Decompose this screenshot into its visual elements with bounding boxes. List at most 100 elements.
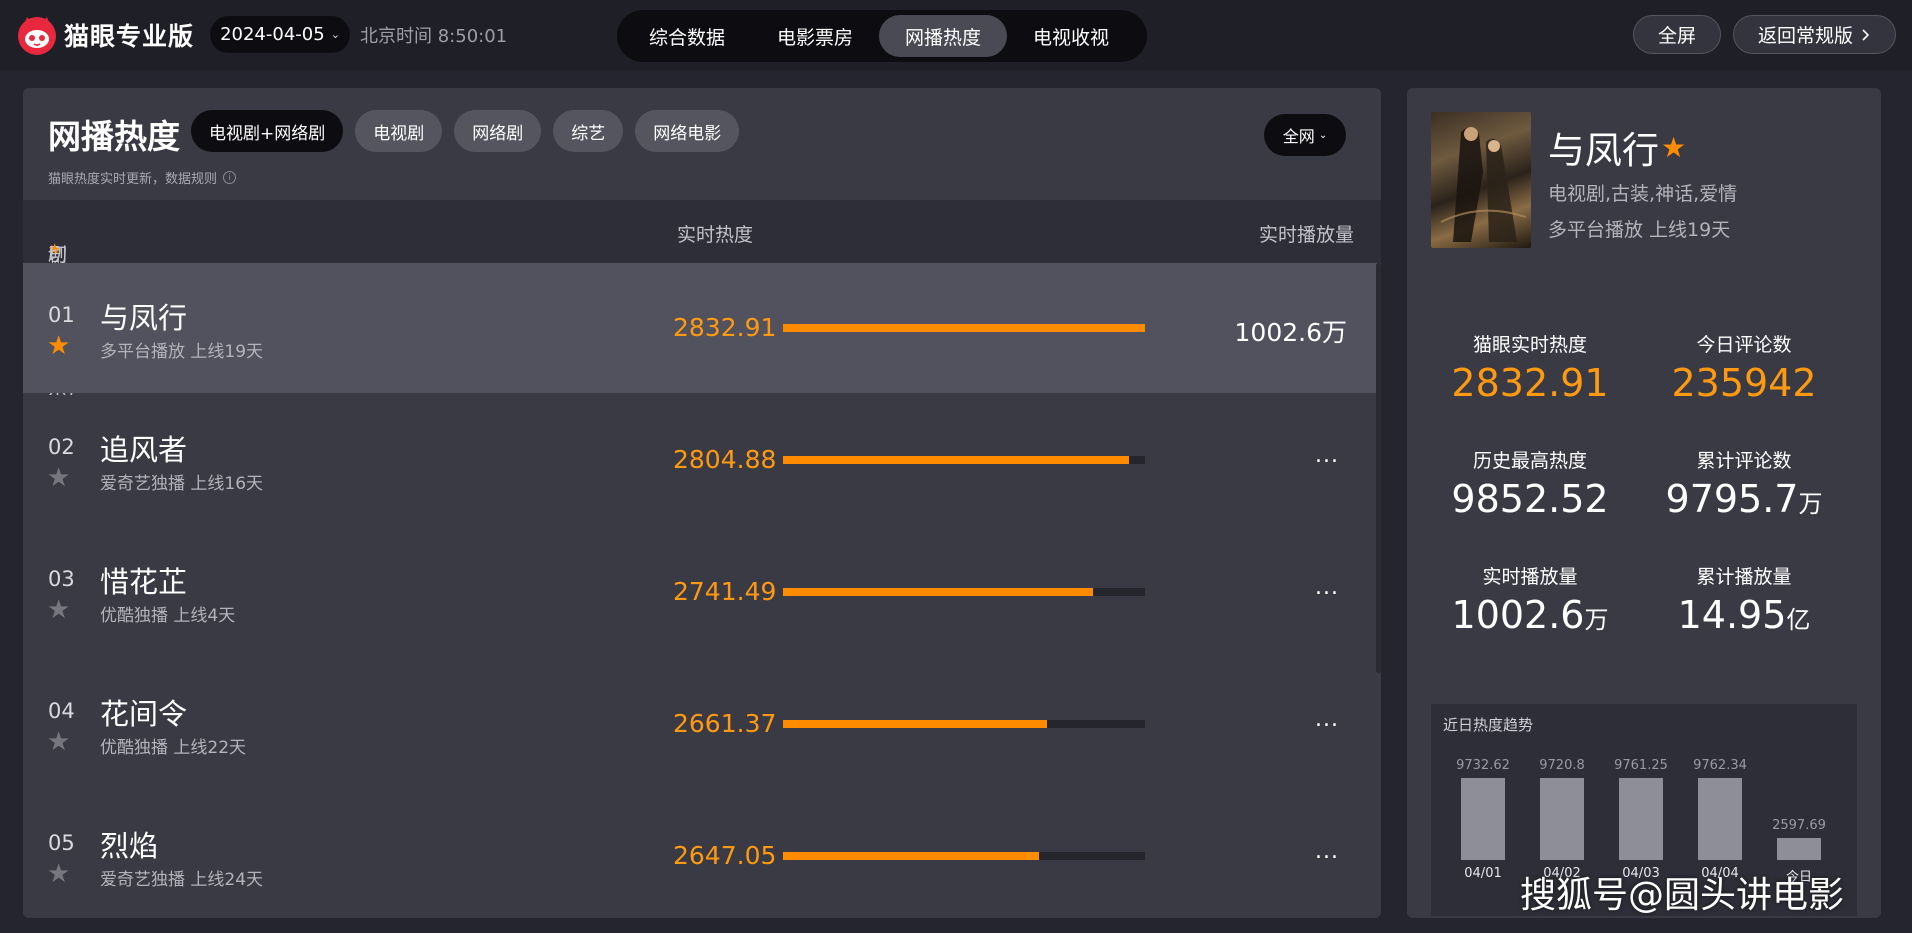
trend-bar xyxy=(1698,778,1742,860)
trend-value-label: 2597.69 xyxy=(1772,818,1826,833)
trend-value-label: 9720.8 xyxy=(1539,758,1585,773)
row-title: 与凤行 xyxy=(100,301,188,335)
star-icon[interactable]: ★ xyxy=(47,729,70,755)
row-title: 烈焰 xyxy=(100,829,159,863)
logo[interactable]: 猫眼专业版 xyxy=(16,14,194,56)
poster-image xyxy=(1431,112,1531,248)
tab-overview[interactable]: 综合数据 xyxy=(623,15,751,57)
trend-value-label: 9761.25 xyxy=(1614,758,1668,773)
row-plays: 1002.6万 xyxy=(1234,318,1347,347)
stat-value: 235942 xyxy=(1639,361,1849,405)
table-row[interactable]: 02 ★ 追风者 爱奇艺独播 上线16天 2804.88 ... xyxy=(23,395,1377,525)
stat-realtime-heat: 猫眼实时热度 2832.91 xyxy=(1425,330,1635,405)
table-header: 剧集(点击 ★ 切换右侧展示) 实时热度 实时播放量 xyxy=(23,200,1381,401)
trend-day-label: 04/01 xyxy=(1464,866,1502,881)
stat-realtime-plays: 实时播放量 1002.6万 xyxy=(1425,562,1635,637)
detail-title: 与凤行 ★ xyxy=(1548,120,1686,174)
stat-peak-heat: 历史最高热度 9852.52 xyxy=(1425,446,1635,521)
row-meta: 多平台播放 上线19天 xyxy=(100,342,264,362)
column-plays: 实时播放量 xyxy=(1258,224,1354,246)
tab-tv-ratings[interactable]: 电视收视 xyxy=(1007,15,1135,57)
row-heat: 2647.05 xyxy=(673,841,777,870)
row-plays: ... xyxy=(1315,707,1339,732)
row-rank: 01 xyxy=(48,303,75,327)
row-heat: 2832.91 xyxy=(673,313,777,342)
chevron-down-icon: ⌄ xyxy=(330,28,340,41)
row-heat: 2804.88 xyxy=(673,445,777,474)
row-heat: 2741.49 xyxy=(673,577,777,606)
stat-number: 235942 xyxy=(1671,361,1817,405)
stat-total-comments: 累计评论数 9795.7万 xyxy=(1639,446,1849,521)
row-meta: 爱奇艺独播 上线24天 xyxy=(100,870,264,890)
star-icon[interactable]: ★ xyxy=(47,861,70,887)
data-rules-note[interactable]: 猫眼热度实时更新，数据规则 i xyxy=(48,168,237,187)
heat-list-panel: 网播热度 电视剧+网络剧 电视剧 网络剧 综艺 网络电影 全网 ⌄ 猫眼热度实时… xyxy=(23,88,1381,918)
category-filters: 电视剧+网络剧 电视剧 网络剧 综艺 网络电影 xyxy=(191,110,740,152)
table-row[interactable]: 05 ★ 烈焰 爱奇艺独播 上线24天 2647.05 ... xyxy=(23,791,1377,918)
row-title: 花间令 xyxy=(100,697,188,731)
column-heat: 实时热度 xyxy=(677,224,754,246)
row-plays: ... xyxy=(1315,839,1339,864)
row-heat: 2661.37 xyxy=(673,709,777,738)
tab-box-office[interactable]: 电影票房 xyxy=(751,15,879,57)
filter-web-movie[interactable]: 网络电影 xyxy=(635,110,740,152)
star-icon[interactable]: ★ xyxy=(47,597,70,623)
star-icon[interactable]: ★ xyxy=(47,465,70,491)
detail-panel: 与凤行 ★ 电视剧,古装,神话,爱情 多平台播放 上线19天 猫眼实时热度 283… xyxy=(1407,88,1881,918)
stat-value: 9852.52 xyxy=(1425,477,1635,521)
table-row[interactable]: 03 ★ 惜花芷 优酷独播 上线4天 2741.49 ... xyxy=(23,527,1377,657)
stat-label: 猫眼实时热度 xyxy=(1472,334,1587,356)
stat-today-comments: 今日评论数 235942 xyxy=(1639,330,1849,405)
row-meta: 爱奇艺独播 上线16天 xyxy=(100,474,264,494)
trend-bar xyxy=(1777,838,1821,860)
trend-value-label: 9762.34 xyxy=(1693,758,1747,773)
heat-bar xyxy=(783,588,1145,596)
stat-value: 1002.6万 xyxy=(1425,593,1635,637)
list-scrollbar[interactable] xyxy=(1376,263,1381,673)
scope-label: 全网 xyxy=(1282,127,1315,146)
date-value: 2024-04-05 xyxy=(220,24,325,45)
detail-title-text: 与凤行 xyxy=(1548,129,1659,172)
detail-genre: 电视剧,古装,神话,爱情 xyxy=(1548,183,1738,205)
row-meta: 优酷独播 上线22天 xyxy=(100,738,247,758)
top-bar: 猫眼专业版 2024-04-05 ⌄ 北京时间 8:50:01 综合数据 电影票… xyxy=(0,0,1912,70)
stat-value: 2832.91 xyxy=(1425,361,1635,405)
chevron-right-icon xyxy=(1862,28,1870,41)
filter-tv-and-web[interactable]: 电视剧+网络剧 xyxy=(191,110,344,152)
heat-bar-fill xyxy=(783,588,1093,596)
row-plays: ... xyxy=(1315,443,1339,468)
maoyan-cat-icon xyxy=(18,17,56,55)
table-row[interactable]: 04 ★ 花间令 优酷独播 上线22天 2661.37 ... xyxy=(23,659,1377,789)
filter-variety[interactable]: 综艺 xyxy=(553,110,624,152)
logo-text: 猫眼专业版 xyxy=(64,22,195,51)
filter-web-series[interactable]: 网络剧 xyxy=(454,110,542,152)
watermark: 搜狐号@圆头讲电影 xyxy=(1520,875,1845,916)
trend-value-label: 9732.62 xyxy=(1456,758,1510,773)
stat-number: 1002.6 xyxy=(1451,593,1585,637)
heat-bar-fill xyxy=(783,720,1047,728)
star-icon[interactable]: ★ xyxy=(47,333,70,359)
fullscreen-button[interactable]: 全屏 xyxy=(1633,15,1721,54)
data-rules-text: 猫眼热度实时更新，数据规则 xyxy=(48,172,218,187)
trend-title: 近日热度趋势 xyxy=(1443,716,1534,734)
row-rank: 05 xyxy=(48,831,75,855)
row-title: 惜花芷 xyxy=(100,565,188,599)
heat-bar-fill xyxy=(783,324,1145,332)
back-to-normal-button[interactable]: 返回常规版 xyxy=(1733,15,1896,54)
tab-web-heat[interactable]: 网播热度 xyxy=(879,15,1008,57)
filter-tv[interactable]: 电视剧 xyxy=(355,110,443,152)
row-meta: 优酷独播 上线4天 xyxy=(100,606,236,626)
table-row[interactable]: 01 ★ 与凤行 多平台播放 上线19天 2832.91 1002.6万 xyxy=(23,263,1377,393)
stat-value: 14.95亿 xyxy=(1639,593,1849,637)
date-selector[interactable]: 2024-04-05 ⌄ xyxy=(210,16,350,53)
beijing-time: 北京时间 8:50:01 xyxy=(360,26,508,47)
scope-selector[interactable]: 全网 ⌄ xyxy=(1264,114,1346,156)
poster-art xyxy=(1440,127,1527,242)
row-rank: 04 xyxy=(48,699,75,723)
stat-unit: 万 xyxy=(1798,490,1823,518)
stat-number: 2832.91 xyxy=(1451,361,1609,405)
stat-label: 累计评论数 xyxy=(1696,450,1792,472)
info-icon: i xyxy=(223,171,237,184)
star-icon: ★ xyxy=(1661,130,1687,164)
heat-bar xyxy=(783,852,1145,860)
